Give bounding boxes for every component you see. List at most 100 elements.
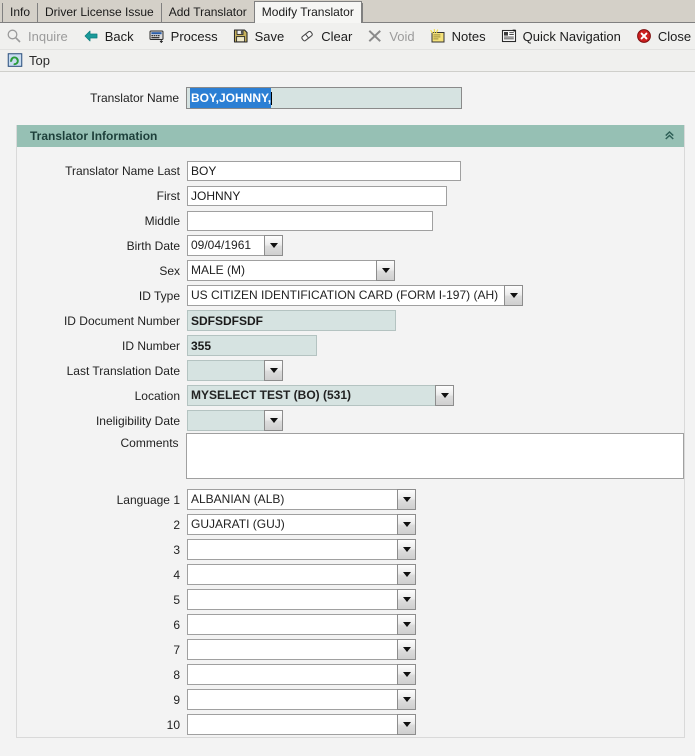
- last-translation-date-dropdown-button[interactable]: [264, 360, 283, 381]
- language-2-row: 2 GUJARATI (GUJ): [17, 512, 684, 537]
- translator-name-row: Translator Name BOY,JOHNNY,: [0, 85, 695, 111]
- language-1-select[interactable]: ALBANIAN (ALB): [187, 489, 398, 510]
- close-button[interactable]: Close: [630, 24, 695, 49]
- translator-name-label: Translator Name: [0, 91, 186, 105]
- language-10-row: 10: [17, 712, 684, 737]
- language-4-select[interactable]: [187, 564, 398, 585]
- name-last-input[interactable]: BOY: [187, 161, 461, 181]
- close-label: Close: [658, 29, 691, 44]
- notes-button[interactable]: Notes: [424, 24, 493, 49]
- language-2-dropdown-button[interactable]: [397, 514, 416, 535]
- language-4-label: 4: [17, 568, 187, 582]
- quick-navigation-button[interactable]: Quick Navigation: [495, 24, 628, 49]
- inquire-button[interactable]: Inquire: [0, 24, 75, 49]
- language-6-select[interactable]: [187, 614, 398, 635]
- translator-name-input[interactable]: BOY,JOHNNY,: [186, 87, 462, 109]
- language-9-select[interactable]: [187, 689, 398, 710]
- language-10-combo: [187, 714, 416, 735]
- tab-strip-filler: [362, 3, 695, 22]
- language-1-combo: ALBANIAN (ALB): [187, 489, 416, 510]
- language-6-dropdown-button[interactable]: [397, 614, 416, 635]
- tab-driver-license-issue[interactable]: Driver License Issue: [37, 3, 161, 22]
- translator-name-control: BOY,JOHNNY,: [186, 87, 462, 109]
- location-dropdown-button[interactable]: [435, 385, 454, 406]
- back-label: Back: [105, 29, 134, 44]
- sex-select[interactable]: MALE (M): [187, 260, 377, 281]
- id-number-input[interactable]: 355: [187, 335, 317, 356]
- magnifier-icon: [6, 28, 23, 44]
- chevron-double-up-icon[interactable]: [664, 130, 675, 143]
- language-2-select[interactable]: GUJARATI (GUJ): [187, 514, 398, 535]
- breadcrumb-top-label[interactable]: Top: [29, 53, 50, 68]
- x-mark-icon: [367, 28, 384, 44]
- id-type-row: ID Type US CITIZEN IDENTIFICATION CARD (…: [17, 283, 684, 308]
- language-3-select[interactable]: [187, 539, 398, 560]
- save-button[interactable]: Save: [227, 24, 292, 49]
- language-7-row: 7: [17, 637, 684, 662]
- chevron-down-icon: [270, 418, 278, 423]
- void-button[interactable]: Void: [361, 24, 421, 49]
- ineligibility-date-input[interactable]: [187, 410, 265, 431]
- text-caret: [271, 92, 272, 105]
- id-number-row: ID Number 355: [17, 333, 684, 358]
- id-document-number-label: ID Document Number: [17, 314, 187, 328]
- chevron-down-icon: [403, 597, 411, 602]
- last-translation-date-label: Last Translation Date: [17, 364, 187, 378]
- last-translation-date-input[interactable]: [187, 360, 265, 381]
- chevron-down-icon: [403, 522, 411, 527]
- process-button[interactable]: Process: [143, 24, 225, 49]
- sex-label: Sex: [17, 264, 187, 278]
- comments-row: Comments: [17, 433, 684, 485]
- panel-header[interactable]: Translator Information: [17, 125, 684, 147]
- chevron-down-icon: [441, 393, 449, 398]
- sex-dropdown-button[interactable]: [376, 260, 395, 281]
- id-document-number-input[interactable]: SDFSDFSDF: [187, 310, 396, 331]
- tab-info[interactable]: Info: [2, 3, 37, 22]
- first-name-input[interactable]: JOHNNY: [187, 186, 447, 206]
- id-type-dropdown-button[interactable]: [504, 285, 523, 306]
- comments-label: Comments: [17, 433, 186, 450]
- breadcrumb: Top: [0, 50, 695, 72]
- language-5-dropdown-button[interactable]: [397, 589, 416, 610]
- language-10-select[interactable]: [187, 714, 398, 735]
- chevron-down-icon: [403, 497, 411, 502]
- language-10-dropdown-button[interactable]: [397, 714, 416, 735]
- language-1-dropdown-button[interactable]: [397, 489, 416, 510]
- main-toolbar: Inquire Back Process Save Clear Void: [0, 23, 695, 50]
- tab-modify-translator[interactable]: Modify Translator: [254, 1, 362, 23]
- language-5-select[interactable]: [187, 589, 398, 610]
- translator-name-value: BOY,JOHNNY,: [190, 88, 271, 108]
- id-type-select[interactable]: US CITIZEN IDENTIFICATION CARD (FORM I-1…: [187, 285, 505, 306]
- language-8-dropdown-button[interactable]: [397, 664, 416, 685]
- quick-navigation-icon: [501, 28, 518, 44]
- comments-textarea[interactable]: [186, 433, 684, 479]
- clear-button[interactable]: Clear: [293, 24, 359, 49]
- language-1-label: Language 1: [17, 493, 187, 507]
- language-4-dropdown-button[interactable]: [397, 564, 416, 585]
- location-select[interactable]: MYSELECT TEST (BO) (531): [187, 385, 436, 406]
- sex-row: Sex MALE (M): [17, 258, 684, 283]
- sex-combo: MALE (M): [187, 260, 395, 281]
- location-row: Location MYSELECT TEST (BO) (531): [17, 383, 684, 408]
- back-arrow-icon: [83, 28, 100, 44]
- back-button[interactable]: Back: [77, 24, 141, 49]
- middle-name-input[interactable]: [187, 211, 433, 231]
- birth-date-dropdown-button[interactable]: [264, 235, 283, 256]
- ineligibility-date-dropdown-button[interactable]: [264, 410, 283, 431]
- close-circle-icon: [636, 28, 653, 44]
- language-3-row: 3: [17, 537, 684, 562]
- language-1-row: Language 1 ALBANIAN (ALB): [17, 487, 684, 512]
- chevron-down-icon: [403, 547, 411, 552]
- language-9-dropdown-button[interactable]: [397, 689, 416, 710]
- panel-body: Translator Name Last BOY First JOHNNY Mi…: [17, 147, 684, 737]
- language-8-select[interactable]: [187, 664, 398, 685]
- inquire-label: Inquire: [28, 29, 68, 44]
- language-7-select[interactable]: [187, 639, 398, 660]
- ineligibility-date-row: Ineligibility Date: [17, 408, 684, 433]
- tab-add-translator[interactable]: Add Translator: [161, 3, 254, 22]
- language-7-combo: [187, 639, 416, 660]
- birth-date-input[interactable]: 09/04/1961: [187, 235, 265, 256]
- last-translation-date-row: Last Translation Date: [17, 358, 684, 383]
- language-3-dropdown-button[interactable]: [397, 539, 416, 560]
- language-7-dropdown-button[interactable]: [397, 639, 416, 660]
